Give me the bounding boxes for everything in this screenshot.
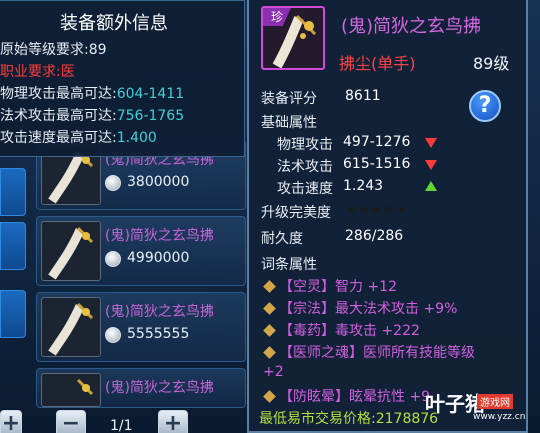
score-label: 装备评分	[261, 91, 317, 107]
extra-info-value: 89	[88, 42, 107, 58]
durability-label: 耐久度	[261, 231, 303, 247]
min-price-label: 最低易市交易价格:	[259, 411, 376, 427]
item-thumbnail	[41, 297, 101, 357]
affix-line: 【医师之魂】医师所有技能等级	[279, 345, 475, 361]
item-thumbnail	[41, 373, 101, 407]
add-button[interactable]: +	[0, 410, 22, 433]
min-market-price: 最低易市交易价格:2178876	[259, 408, 438, 428]
prev-page-button[interactable]: −	[56, 410, 86, 433]
durability-value: 286/286	[345, 228, 404, 244]
side-tab[interactable]	[0, 222, 26, 270]
diamond-bullet-icon	[263, 390, 276, 403]
extra-info-value: 604-1411	[116, 86, 185, 102]
diamond-bullet-icon	[263, 324, 276, 337]
item-name: (鬼)简狄之玄鸟拂	[341, 16, 482, 37]
item-price: 4990000	[127, 250, 190, 266]
item-icon: 珍	[261, 6, 325, 70]
side-tab[interactable]	[0, 168, 26, 216]
next-page-button[interactable]: +	[158, 410, 188, 433]
market-row[interactable]: (鬼)简狄之玄鸟拂 5555555	[36, 292, 246, 362]
item-name: (鬼)简狄之玄鸟拂	[105, 228, 214, 244]
upgrade-label: 升级完美度	[261, 205, 331, 221]
item-tooltip: 珍 (鬼)简狄之玄鸟拂 拂尘(单手) 89级 装备评分 8611 ? 基础属性 …	[247, 0, 528, 433]
diamond-bullet-icon	[263, 280, 276, 293]
item-price: 3800000	[127, 174, 190, 190]
affix-line: 【宗法】最大法术攻击 +9%	[279, 301, 458, 317]
item-name: (鬼)简狄之玄鸟拂	[105, 380, 214, 396]
extra-info-label: 物理攻击最高可达:	[0, 86, 117, 102]
silver-coin-icon	[105, 175, 121, 191]
item-name: (鬼)简狄之玄鸟拂	[105, 304, 214, 320]
site-watermark: 叶子猪 游戏网 www.yzz.cn	[425, 388, 525, 426]
extra-info-line: 法术攻击最高可达:756-1765	[0, 105, 184, 125]
extra-info-label: 攻击速度最高可达:	[0, 130, 117, 146]
extra-info-line: 职业要求:医	[0, 61, 75, 81]
magic-attack-label: 法术攻击	[277, 159, 333, 175]
affix-line: 【毒药】毒攻击 +222	[279, 323, 420, 339]
extra-info-value: 医	[60, 64, 75, 80]
arrow-down-icon	[425, 138, 437, 148]
item-type: 拂尘(单手)	[339, 54, 416, 73]
item-price: 5555555	[127, 326, 190, 342]
star-rating-icon: ★★★★★	[345, 202, 408, 218]
extra-info-title: 装备额外信息	[60, 13, 168, 34]
arrow-down-icon	[425, 160, 437, 170]
affix-line: 【空灵】智力 +12	[279, 279, 397, 295]
side-tab[interactable]	[0, 290, 26, 338]
watermark-sub: 游戏网	[477, 394, 513, 409]
score-value: 8611	[345, 88, 381, 104]
base-attrs-title: 基础属性	[261, 115, 317, 131]
help-icon[interactable]: ?	[469, 90, 501, 122]
extra-info-line: 物理攻击最高可达:604-1411	[0, 83, 184, 103]
magic-attack-value: 615-1516	[343, 156, 411, 172]
watermark-url: www.yzz.cn	[473, 412, 526, 422]
speed-value: 1.243	[343, 178, 384, 194]
arrow-up-icon	[425, 181, 437, 191]
speed-label: 攻击速度	[277, 181, 333, 197]
phys-attack-value: 497-1276	[343, 134, 411, 150]
diamond-bullet-icon	[263, 346, 276, 359]
phys-attack-label: 物理攻击	[277, 137, 333, 153]
affix-line: 【防眩晕】眩晕抗性 +9	[279, 389, 431, 405]
extra-info-value: 1.400	[116, 130, 157, 146]
diamond-bullet-icon	[263, 302, 276, 315]
extra-info-line: 原始等级要求:89	[0, 39, 107, 59]
affix-title: 词条属性	[261, 257, 317, 273]
extra-info-label: 职业要求:	[0, 64, 61, 80]
extra-info-label: 原始等级要求:	[0, 42, 89, 58]
extra-info-panel: 装备额外信息 原始等级要求:89 职业要求:医 物理攻击最高可达:604-141…	[0, 0, 245, 157]
affix-line: +2	[263, 364, 284, 380]
market-row[interactable]: (鬼)简狄之玄鸟拂 4990000	[36, 216, 246, 286]
extra-info-line: 攻击速度最高可达:1.400	[0, 127, 157, 147]
market-row[interactable]: (鬼)简狄之玄鸟拂	[36, 368, 246, 408]
silver-coin-icon	[105, 327, 121, 343]
page-indicator: 1/1	[110, 418, 133, 433]
item-level: 89级	[473, 54, 510, 73]
item-thumbnail	[41, 221, 101, 281]
silver-coin-icon	[105, 251, 121, 267]
extra-info-label: 法术攻击最高可达:	[0, 108, 117, 124]
extra-info-value: 756-1765	[116, 108, 185, 124]
